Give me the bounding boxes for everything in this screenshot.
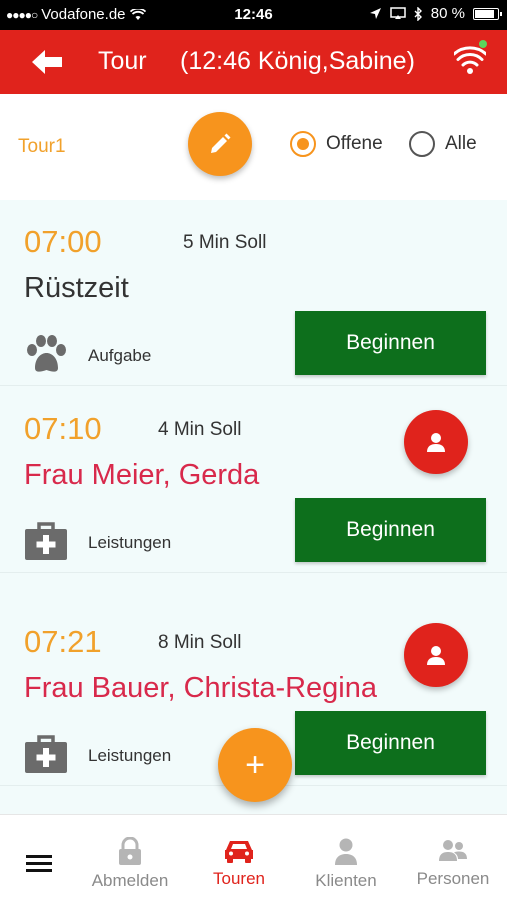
app-header: Tour (12:46 König,Sabine) xyxy=(0,30,507,94)
session-info: (12:46 König,Sabine) xyxy=(180,47,415,75)
nav-label-persons: Personen xyxy=(416,869,490,888)
nav-item-persons[interactable]: Personen xyxy=(408,815,498,900)
person-icon xyxy=(335,838,357,865)
wifi-icon[interactable] xyxy=(454,46,486,76)
filter-all-radio[interactable]: Alle xyxy=(409,131,477,157)
radio-checked-icon xyxy=(290,131,316,157)
status-right: 80 % xyxy=(369,5,502,22)
nav-label-clients: Klienten xyxy=(315,871,377,890)
tour-name: Tour1 xyxy=(18,136,66,157)
entry-time: 07:21 xyxy=(24,624,102,659)
nav-item-logout[interactable]: Abmelden xyxy=(84,815,176,900)
entry-type-label: Leistungen xyxy=(88,746,172,765)
status-bar: ●●●●○ Vodafone.de 12:46 80 % xyxy=(0,0,507,30)
location-icon xyxy=(369,8,381,19)
entry-time: 07:10 xyxy=(24,411,102,446)
battery-percent: 80 % xyxy=(430,5,465,22)
begin-button[interactable]: Beginnen xyxy=(295,711,486,775)
nav-item-clients[interactable]: Klienten xyxy=(304,815,388,900)
entry-title: Rüstzeit xyxy=(24,272,129,304)
entry-target-duration: 8 Min Soll xyxy=(158,632,242,653)
filter-open-radio[interactable]: Offene xyxy=(290,131,383,157)
radio-unchecked-icon xyxy=(409,131,435,157)
entry-type-label: Leistungen xyxy=(88,533,172,552)
lock-icon xyxy=(119,837,141,865)
bottom-navigation: Abmelden Touren Klienten Personen xyxy=(0,814,507,900)
people-icon xyxy=(439,840,467,861)
arrow-left-icon[interactable] xyxy=(30,48,64,76)
entry-target-duration: 5 Min Soll xyxy=(183,232,267,253)
begin-button[interactable]: Beginnen xyxy=(295,311,486,375)
tour-entry-list[interactable]: 07:00 5 Min Soll Rüstzeit Aufgabe Beginn… xyxy=(0,200,507,814)
entry-type-label: Aufgabe xyxy=(88,346,152,365)
person-icon xyxy=(427,646,445,665)
entry-title: Frau Meier, Gerda xyxy=(24,459,260,491)
bluetooth-icon xyxy=(414,6,422,21)
connection-status-dot xyxy=(479,40,487,48)
medical-kit-icon xyxy=(25,735,67,773)
plus-icon: + xyxy=(245,745,265,784)
entry-time: 07:00 xyxy=(24,224,102,259)
medical-kit-icon xyxy=(25,522,67,560)
edit-tour-button[interactable] xyxy=(188,112,252,176)
filter-open-label: Offene xyxy=(326,133,383,154)
person-icon xyxy=(427,433,445,452)
entry-target-duration: 4 Min Soll xyxy=(158,419,242,440)
page-title: Tour xyxy=(98,47,147,75)
pencil-icon xyxy=(211,133,231,153)
nav-label-logout: Abmelden xyxy=(91,871,169,890)
client-profile-button[interactable] xyxy=(404,410,468,474)
paw-icon xyxy=(27,335,66,372)
battery-icon xyxy=(473,7,502,20)
begin-button[interactable]: Beginnen xyxy=(295,498,486,562)
car-icon xyxy=(225,841,253,863)
list-item: 07:10 4 Min Soll Frau Meier, Gerda Leist… xyxy=(0,387,507,573)
client-profile-button[interactable] xyxy=(404,623,468,687)
battery-level-fill xyxy=(475,9,495,18)
menu-icon[interactable] xyxy=(26,855,52,873)
list-item: 07:00 5 Min Soll Rüstzeit Aufgabe Beginn… xyxy=(0,200,507,386)
filter-all-label: Alle xyxy=(445,133,477,154)
entry-title: Frau Bauer, Christa-Regina xyxy=(24,672,377,704)
nav-label-tours: Touren xyxy=(213,869,265,888)
filter-bar: Tour1 Offene Alle xyxy=(0,94,507,200)
nav-item-tours[interactable]: Touren xyxy=(196,815,282,900)
screen-mirroring-icon xyxy=(390,7,406,19)
add-button[interactable]: + xyxy=(218,728,292,802)
